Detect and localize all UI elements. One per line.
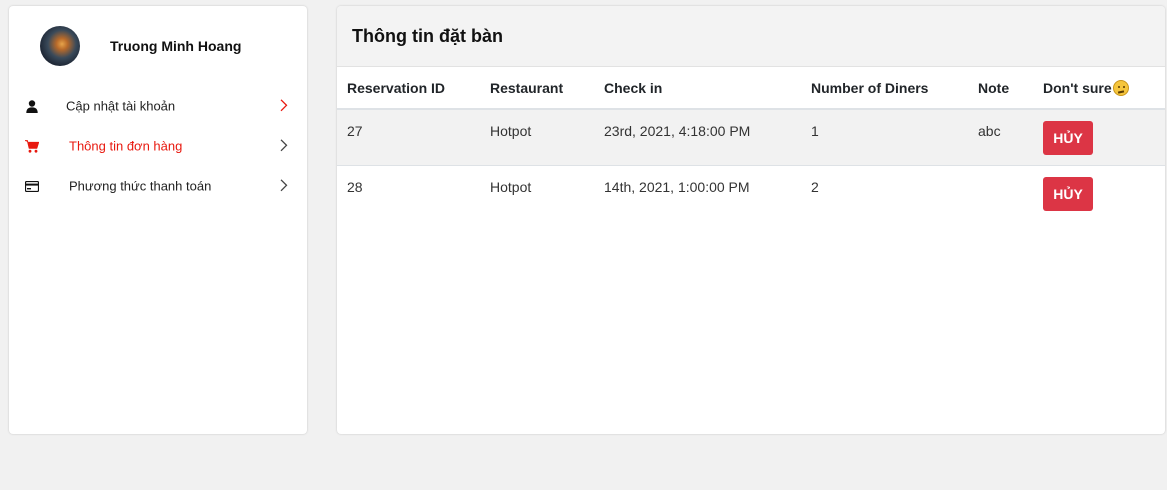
cell-note: abc <box>968 108 1033 165</box>
cell-reservation-id: 27 <box>337 108 480 165</box>
panel-header: Thông tin đặt bàn <box>337 6 1165 67</box>
cart-icon <box>25 139 39 153</box>
cell-diners: 2 <box>801 164 968 221</box>
column-header-restaurant: Restaurant <box>480 67 594 110</box>
thinking-face-icon <box>1112 79 1129 96</box>
sidebar-item-label: Cập nhật tài khoản <box>66 98 176 114</box>
cell-diners: 1 <box>801 108 968 165</box>
page-title: Thông tin đặt bàn <box>352 25 503 46</box>
cancel-button[interactable]: HỦY <box>1043 176 1093 211</box>
sidebar-item-payment-methods[interactable]: Phương thức thanh toán <box>9 166 307 206</box>
sidebar: Truong Minh Hoang Cập nhật tài khoản Thô… <box>9 6 307 434</box>
sidebar-menu: Cập nhật tài khoản Thông tin đơn hàng Ph… <box>9 86 307 206</box>
reservation-table: Reservation ID Restaurant Check in Numbe… <box>337 67 1165 221</box>
chevron-right-icon <box>279 98 291 112</box>
cell-check-in: 23rd, 2021, 4:18:00 PM <box>594 108 801 165</box>
sidebar-item-label: Phương thức thanh toán <box>69 178 212 194</box>
reservation-panel: Thông tin đặt bàn Reservation ID Restaur… <box>337 6 1165 434</box>
column-header-note: Note <box>968 67 1033 110</box>
cell-reservation-id: 28 <box>337 164 480 221</box>
sidebar-item-orders[interactable]: Thông tin đơn hàng <box>9 126 307 166</box>
table-header-row: Reservation ID Restaurant Check in Numbe… <box>337 67 1165 110</box>
sidebar-item-label: Thông tin đơn hàng <box>69 138 183 154</box>
person-icon <box>25 99 39 113</box>
column-header-action: Don't sure <box>1033 67 1165 110</box>
cell-check-in: 14th, 2021, 1:00:00 PM <box>594 164 801 221</box>
cell-restaurant: Hotpot <box>480 108 594 165</box>
cell-action: HỦY <box>1033 164 1165 221</box>
column-header-number-of-diners: Number of Diners <box>801 67 968 110</box>
column-header-check-in: Check in <box>594 67 801 110</box>
chevron-right-icon <box>279 138 291 152</box>
cancel-button[interactable]: HỦY <box>1043 121 1093 155</box>
table-row: 28 Hotpot 14th, 2021, 1:00:00 PM 2 HỦY <box>337 164 1165 221</box>
table-row: 27 Hotpot 23rd, 2021, 4:18:00 PM 1 abc H… <box>337 108 1165 165</box>
cell-restaurant: Hotpot <box>480 164 594 221</box>
profile: Truong Minh Hoang <box>40 26 241 66</box>
sidebar-item-update-account[interactable]: Cập nhật tài khoản <box>9 86 307 126</box>
profile-name: Truong Minh Hoang <box>110 38 242 54</box>
chevron-right-icon <box>279 178 291 192</box>
column-header-reservation-id: Reservation ID <box>337 67 480 110</box>
cell-action: HỦY <box>1033 108 1165 165</box>
column-header-action-label: Don't sure <box>1043 79 1112 96</box>
credit-card-icon <box>25 179 39 193</box>
cell-note <box>968 164 1033 221</box>
avatar[interactable] <box>40 26 80 66</box>
